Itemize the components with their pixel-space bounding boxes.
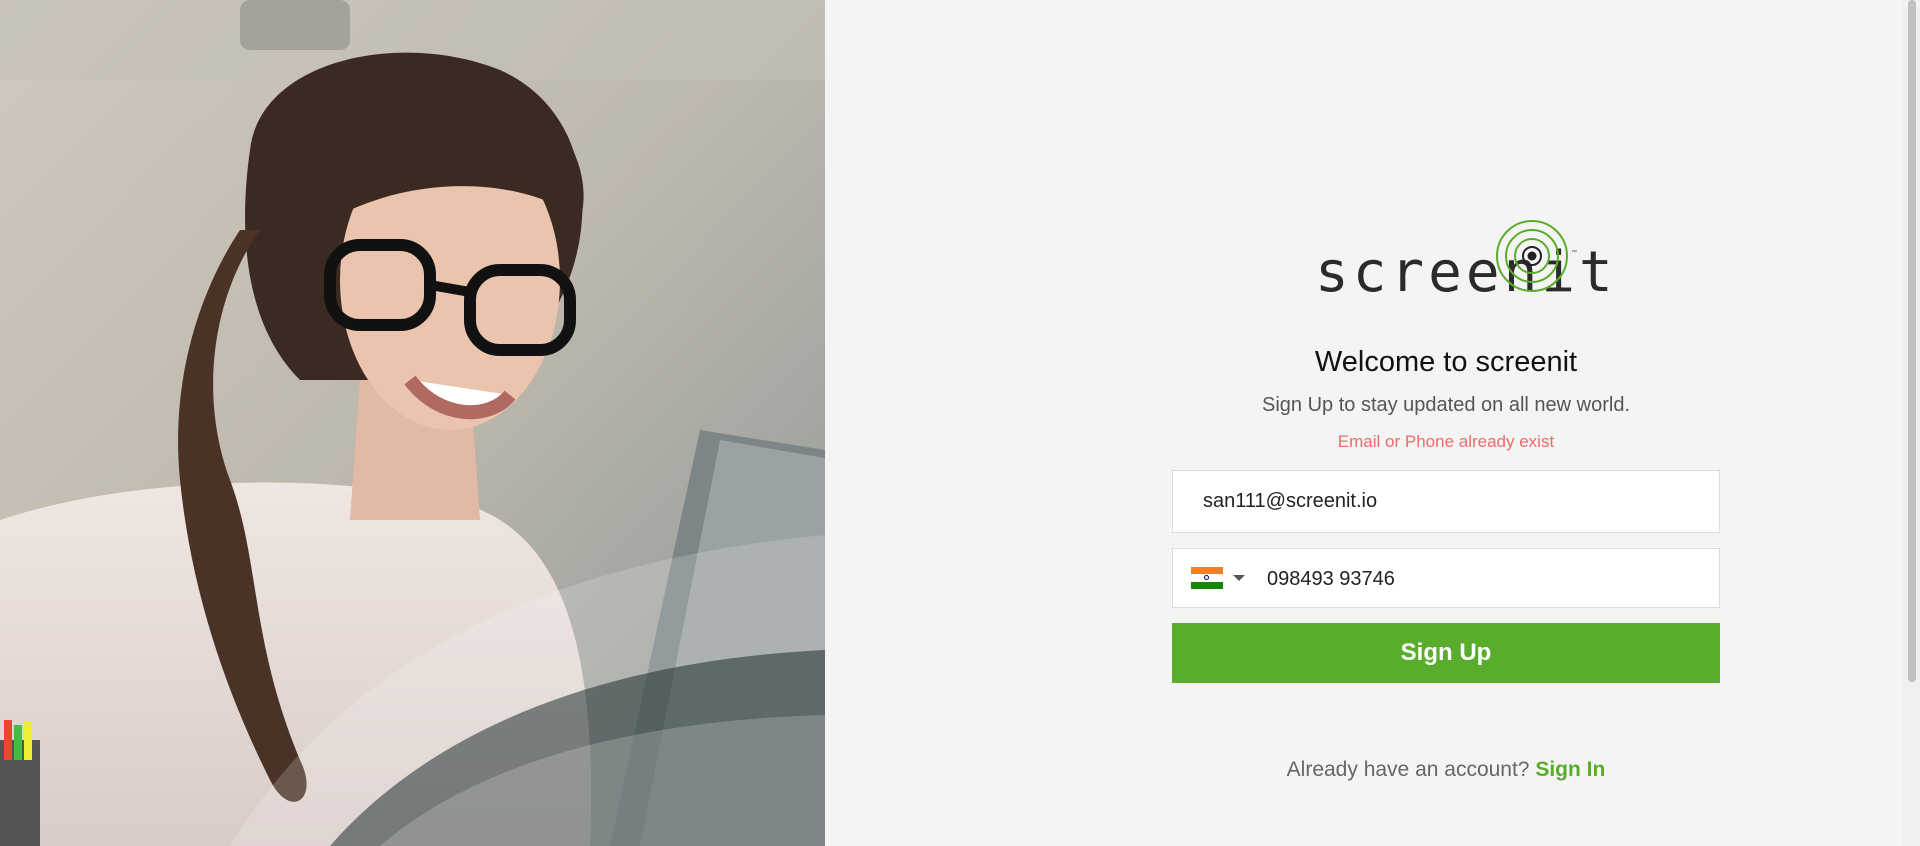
phone-input[interactable] (1265, 549, 1709, 609)
screenit-logo: screenit ™ (1310, 218, 1613, 305)
vertical-scrollbar[interactable] (1903, 0, 1920, 846)
india-flag-icon (1191, 567, 1223, 589)
page-subtitle: Sign Up to stay updated on all new world… (1262, 394, 1630, 416)
error-message: Email or Phone already exist (1337, 432, 1555, 451)
phone-field-container (1172, 548, 1720, 609)
chevron-down-icon (1233, 575, 1245, 581)
signup-button[interactable]: Sign Up (1172, 623, 1720, 683)
page-title: Welcome to screenit (1314, 346, 1578, 378)
signin-link[interactable]: Sign In (1535, 758, 1605, 781)
country-selector[interactable] (1191, 567, 1247, 591)
woman-photo-illustration (0, 0, 825, 846)
hero-image (0, 0, 825, 846)
email-field-container (1172, 470, 1720, 533)
email-input[interactable] (1173, 471, 1719, 532)
scrollbar-thumb[interactable] (1908, 0, 1916, 682)
signup-panel (825, 0, 1920, 846)
account-prompt-text: Already have an account? (1286, 758, 1530, 781)
trademark-symbol: ™ (1571, 250, 1577, 256)
signal-target-icon (1496, 220, 1568, 292)
signin-prompt: Already have an account? Sign In (1172, 758, 1720, 782)
